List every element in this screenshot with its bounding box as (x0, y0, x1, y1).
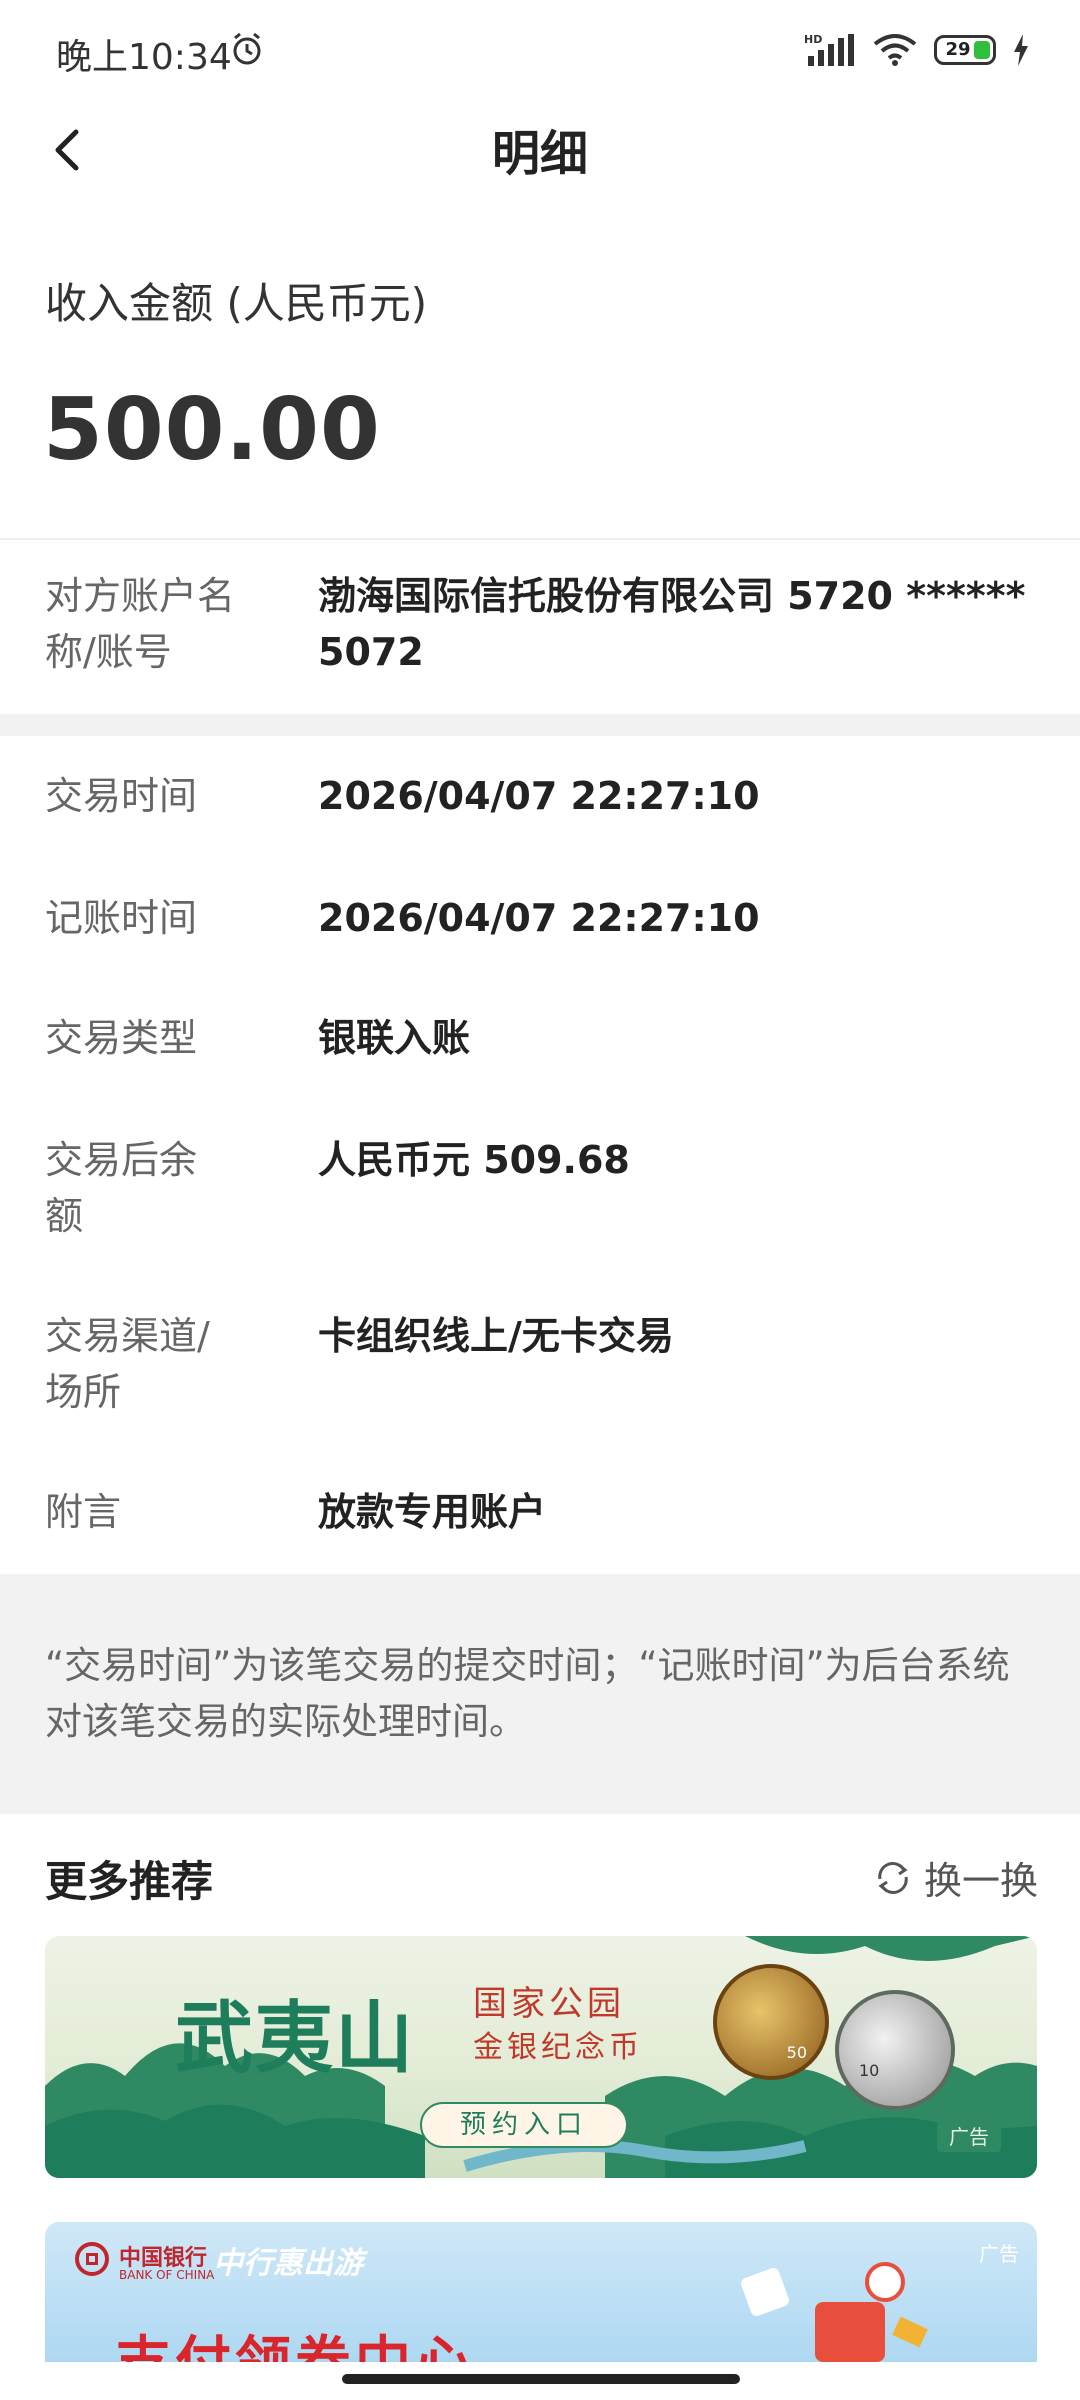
banner-title: 武夷山 (175, 1993, 416, 2084)
page-title: 明细 (491, 126, 588, 182)
refresh-icon (878, 1861, 908, 1894)
signal-icon: HD (804, 33, 854, 66)
home-indicator[interactable] (342, 2374, 740, 2384)
coupon-illustration (735, 2262, 935, 2362)
ad-banner-wuyishan[interactable]: 武夷山 国家公园 金银纪念币 预约入口 50 10 广告 (45, 1936, 1037, 2178)
detail-label: 交易渠道/场所 (45, 1314, 210, 1414)
campaign-headline: 支付领券中心 (115, 2318, 475, 2362)
amount-value: 500.00 (43, 380, 381, 480)
coin-silver: 10 (835, 1990, 955, 2110)
bank-logo (75, 2242, 109, 2276)
coin2-denomination: 10 (859, 2061, 880, 2080)
campaign-name: 中行惠出游 (213, 2246, 363, 2281)
status-bar: 晚上10:34 HD 29 (0, 0, 1080, 100)
note-text: “交易时间”为该笔交易的提交时间；“记账时间”为后台系统对该笔交易的实际处理时间… (45, 1644, 1010, 1743)
counterparty-label: 对方账户名称/账号 (45, 574, 236, 674)
coin-denomination: 50 (786, 2043, 807, 2062)
detail-label: 附言 (45, 1490, 122, 1534)
counterparty-value: 渤海国际信托股份有限公司 5720 ****** 5072 (318, 574, 1026, 674)
detail-value: 2026/04/07 22:27:10 (318, 774, 760, 818)
banner-subtitle-1: 国家公园 (473, 1984, 625, 2024)
refresh-button[interactable]: 换一换 (872, 1850, 1038, 1905)
detail-value: 放款专用账户 (318, 1490, 547, 1534)
detail-label: 记账时间 (45, 896, 198, 940)
detail-value: 银联入账 (318, 1016, 471, 1060)
status-icons: HD 29 (804, 30, 1030, 70)
detail-label: 交易类型 (45, 1016, 198, 1060)
nav-bar: 明细 (0, 100, 1080, 210)
note-section: “交易时间”为该笔交易的提交时间；“记账时间”为后台系统对该笔交易的实际处理时间… (0, 1574, 1080, 1814)
banner-cta-label: 预约入口 (459, 2110, 588, 2140)
charging-icon (1014, 34, 1028, 66)
amount-label: 收入金额 (人民币元) (45, 279, 428, 328)
bank-name-en: BANK OF CHINA (119, 2268, 215, 2282)
ad-label: 广告 (979, 2242, 1019, 2266)
ad-label: 广告 (937, 2122, 1001, 2152)
recommendations-title: 更多推荐 (45, 1857, 214, 1906)
battery-icon: 29 (934, 35, 996, 65)
detail-value: 人民币元 509.68 (318, 1138, 630, 1182)
detail-value: 卡组织线上/无卡交易 (318, 1314, 674, 1358)
refresh-label: 换一换 (923, 1859, 1038, 1903)
status-time: 晚上10:34 (56, 37, 232, 78)
detail-label: 交易后余额 (45, 1138, 198, 1238)
wifi-icon (873, 34, 917, 66)
coin-gold: 50 (713, 1964, 829, 2080)
banner-subtitle-2: 金银纪念币 (473, 2030, 643, 2065)
svg-text:HD: HD (804, 33, 822, 46)
detail-value: 2026/04/07 22:27:10 (318, 896, 760, 940)
battery-level: 29 (945, 39, 971, 60)
ad-banner-bank-of-china[interactable]: 中国银行 BANK OF CHINA 中行惠出游 支付领券中心 广告 (45, 2222, 1037, 2362)
banner-cta-button[interactable]: 预约入口 (420, 2102, 628, 2148)
alarm-icon (233, 32, 261, 65)
section-gap (0, 714, 1080, 736)
divider (0, 538, 1080, 540)
detail-label: 交易时间 (45, 774, 198, 818)
